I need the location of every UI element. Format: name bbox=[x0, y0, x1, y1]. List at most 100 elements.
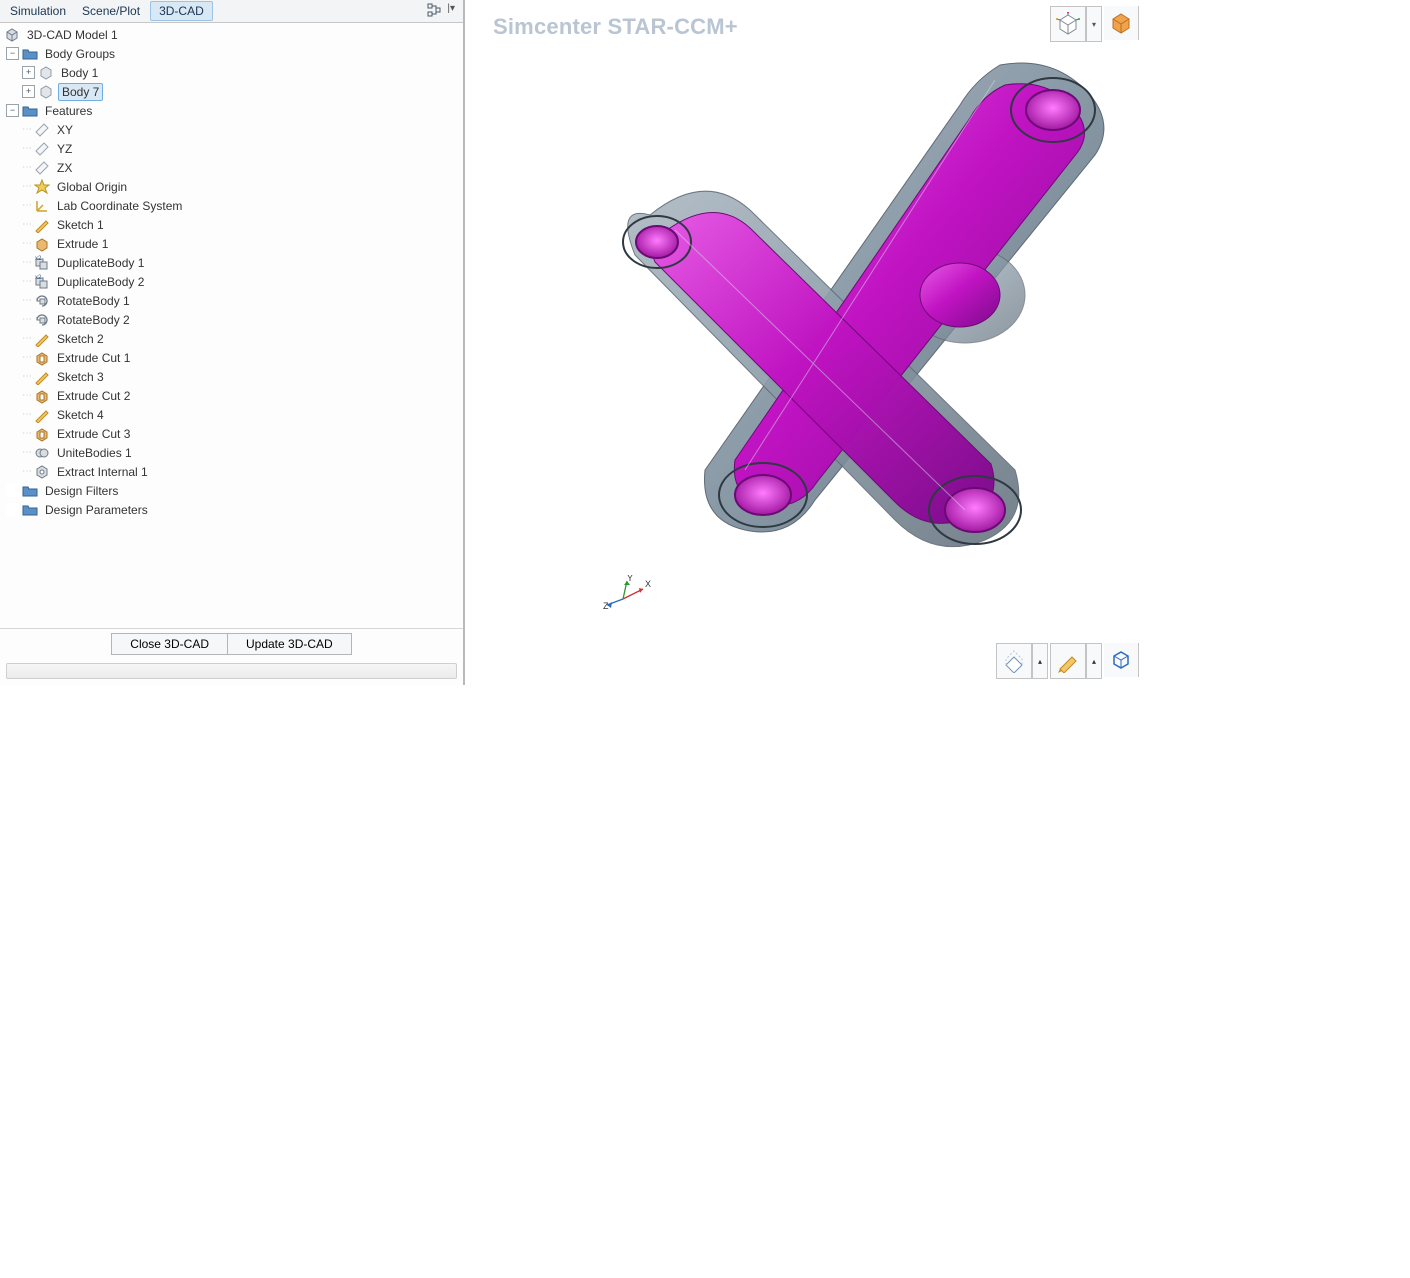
extrude-icon bbox=[34, 236, 50, 252]
rotate-body-icon bbox=[34, 293, 50, 309]
tree-node-label: DuplicateBody 2 bbox=[54, 274, 147, 290]
tab-simulation[interactable]: Simulation bbox=[2, 2, 74, 20]
sketch-plane-dropdown[interactable]: ▴ bbox=[1032, 643, 1048, 679]
tree-view-icon[interactable] bbox=[427, 3, 441, 20]
tree-node-body-1[interactable]: + Body 1 bbox=[0, 63, 463, 82]
tree-node-label: Extrude 1 bbox=[54, 236, 111, 252]
expand-toggle[interactable]: + bbox=[22, 66, 35, 79]
axis-label-x: X bbox=[645, 579, 651, 589]
button-label: Close 3D-CAD bbox=[130, 637, 209, 651]
model-tree-panel: Simulation Scene/Plot 3D-CAD |▾ 3D-CAD M… bbox=[0, 0, 465, 685]
tree-node-label: DuplicateBody 1 bbox=[54, 255, 147, 271]
tree-node-label: YZ bbox=[54, 141, 75, 157]
tree-node-body-7[interactable]: + Body 7 bbox=[0, 82, 463, 101]
folder-icon bbox=[22, 502, 38, 518]
view-orientation-button[interactable] bbox=[1050, 6, 1086, 42]
axis-label-z: Z bbox=[603, 601, 609, 611]
view-cube-button[interactable] bbox=[1104, 6, 1139, 40]
button-label: Update 3D-CAD bbox=[246, 637, 333, 651]
tab-scene-plot-label: Scene/Plot bbox=[82, 4, 140, 18]
tree-node-label: Sketch 1 bbox=[54, 217, 107, 233]
tree-node-sketch-3[interactable]: ⋯ Sketch 3 bbox=[0, 367, 463, 386]
expand-toggle[interactable]: − bbox=[6, 104, 19, 117]
tree-node-extrude-cut-3[interactable]: ⋯ Extrude Cut 3 bbox=[0, 424, 463, 443]
coordinate-system-icon bbox=[34, 198, 50, 214]
edit-sketch-button[interactable] bbox=[1050, 643, 1086, 679]
tree-node-rotate-body-2[interactable]: ⋯ RotateBody 2 bbox=[0, 310, 463, 329]
duplicate-body-icon: x2 bbox=[34, 274, 50, 290]
tree-node-design-filters[interactable]: · Design Filters bbox=[0, 481, 463, 500]
tree-node-design-parameters[interactable]: · Design Parameters bbox=[0, 500, 463, 519]
duplicate-body-icon: x2 bbox=[34, 255, 50, 271]
panel-tab-strip: Simulation Scene/Plot 3D-CAD |▾ bbox=[0, 0, 463, 23]
tree-node-label: Extrude Cut 3 bbox=[54, 426, 133, 442]
tree-node-global-origin[interactable]: ⋯ Global Origin bbox=[0, 177, 463, 196]
tree-node-label: Features bbox=[42, 103, 95, 119]
close-3d-cad-button[interactable]: Close 3D-CAD bbox=[111, 633, 228, 655]
sketch-icon bbox=[34, 369, 50, 385]
tree-node-label: Lab Coordinate System bbox=[54, 198, 185, 214]
extract-internal-icon bbox=[34, 464, 50, 480]
folder-icon bbox=[22, 46, 38, 62]
tree-node-extrude-cut-1[interactable]: ⋯ Extrude Cut 1 bbox=[0, 348, 463, 367]
view-orientation-dropdown[interactable]: ▾ bbox=[1086, 6, 1102, 42]
tree-node-plane-xy[interactable]: ⋯ XY bbox=[0, 120, 463, 139]
tree-node-label: ZX bbox=[54, 160, 75, 176]
body-icon bbox=[38, 65, 54, 81]
tree-node-plane-zx[interactable]: ⋯ ZX bbox=[0, 158, 463, 177]
sketch-plane-button[interactable] bbox=[996, 643, 1032, 679]
body-display-button[interactable] bbox=[1104, 643, 1139, 677]
tree-node-label: XY bbox=[54, 122, 76, 138]
tree-node-extract-internal-1[interactable]: ⋯ Extract Internal 1 bbox=[0, 462, 463, 481]
tree-node-model-root[interactable]: 3D-CAD Model 1 bbox=[0, 25, 463, 44]
tab-scene-plot[interactable]: Scene/Plot bbox=[74, 2, 148, 20]
svg-text:x2: x2 bbox=[35, 256, 42, 262]
tree-node-duplicate-body-1[interactable]: ⋯ x2 DuplicateBody 1 bbox=[0, 253, 463, 272]
cad-model-icon bbox=[4, 27, 20, 43]
tree-node-sketch-4[interactable]: ⋯ Sketch 4 bbox=[0, 405, 463, 424]
plane-icon bbox=[34, 141, 50, 157]
tree-node-sketch-1[interactable]: ⋯ Sketch 1 bbox=[0, 215, 463, 234]
tree-node-label: Design Parameters bbox=[42, 502, 151, 518]
expand-toggle[interactable]: − bbox=[6, 47, 19, 60]
origin-icon bbox=[34, 179, 50, 195]
tab-3d-cad[interactable]: 3D-CAD bbox=[150, 1, 213, 21]
tree-node-label: Body Groups bbox=[42, 46, 118, 62]
tree-node-sketch-2[interactable]: ⋯ Sketch 2 bbox=[0, 329, 463, 348]
tree-node-features[interactable]: − Features bbox=[0, 101, 463, 120]
extrude-cut-icon bbox=[34, 426, 50, 442]
update-3d-cad-button[interactable]: Update 3D-CAD bbox=[228, 633, 352, 655]
tree-node-body-groups[interactable]: − Body Groups bbox=[0, 44, 463, 63]
tree-node-lab-cs[interactable]: ⋯ Lab Coordinate System bbox=[0, 196, 463, 215]
tab-3d-cad-label: 3D-CAD bbox=[159, 4, 204, 18]
tree-node-label: Body 7 bbox=[58, 83, 103, 101]
tree-node-label: Extract Internal 1 bbox=[54, 464, 151, 480]
tree-node-label: Sketch 2 bbox=[54, 331, 107, 347]
plane-icon bbox=[34, 122, 50, 138]
expand-toggle[interactable]: + bbox=[22, 85, 35, 98]
tree-node-extrude-1[interactable]: ⋯ Extrude 1 bbox=[0, 234, 463, 253]
tree-node-plane-yz[interactable]: ⋯ YZ bbox=[0, 139, 463, 158]
tree-node-label: RotateBody 2 bbox=[54, 312, 133, 328]
tree-node-label: Extrude Cut 1 bbox=[54, 350, 133, 366]
folder-icon bbox=[22, 483, 38, 499]
view-toolbar-top: ▾ bbox=[1050, 6, 1139, 42]
body-icon bbox=[38, 84, 54, 100]
view-toolbar-bottom: ▴ ▴ bbox=[996, 643, 1139, 679]
edit-sketch-dropdown[interactable]: ▴ bbox=[1086, 643, 1102, 679]
tree-node-duplicate-body-2[interactable]: ⋯ x2 DuplicateBody 2 bbox=[0, 272, 463, 291]
tree-node-label: UniteBodies 1 bbox=[54, 445, 135, 461]
panel-menu-icon[interactable]: |▾ bbox=[447, 3, 455, 20]
tree-node-label: RotateBody 1 bbox=[54, 293, 133, 309]
plane-icon bbox=[34, 160, 50, 176]
3d-viewport[interactable]: Simcenter STAR-CCM+ ▾ bbox=[465, 0, 1145, 685]
tree-node-unite-bodies-1[interactable]: ⋯ UniteBodies 1 bbox=[0, 443, 463, 462]
model-tree: 3D-CAD Model 1 − Body Groups + Body 1 bbox=[0, 23, 463, 628]
axis-label-y: Y bbox=[627, 575, 633, 583]
sketch-icon bbox=[34, 407, 50, 423]
axis-gizmo: X Y Z bbox=[603, 575, 663, 615]
tree-node-extrude-cut-2[interactable]: ⋯ Extrude Cut 2 bbox=[0, 386, 463, 405]
tree-node-rotate-body-1[interactable]: ⋯ RotateBody 1 bbox=[0, 291, 463, 310]
sketch-icon bbox=[34, 331, 50, 347]
tree-node-label: Sketch 3 bbox=[54, 369, 107, 385]
